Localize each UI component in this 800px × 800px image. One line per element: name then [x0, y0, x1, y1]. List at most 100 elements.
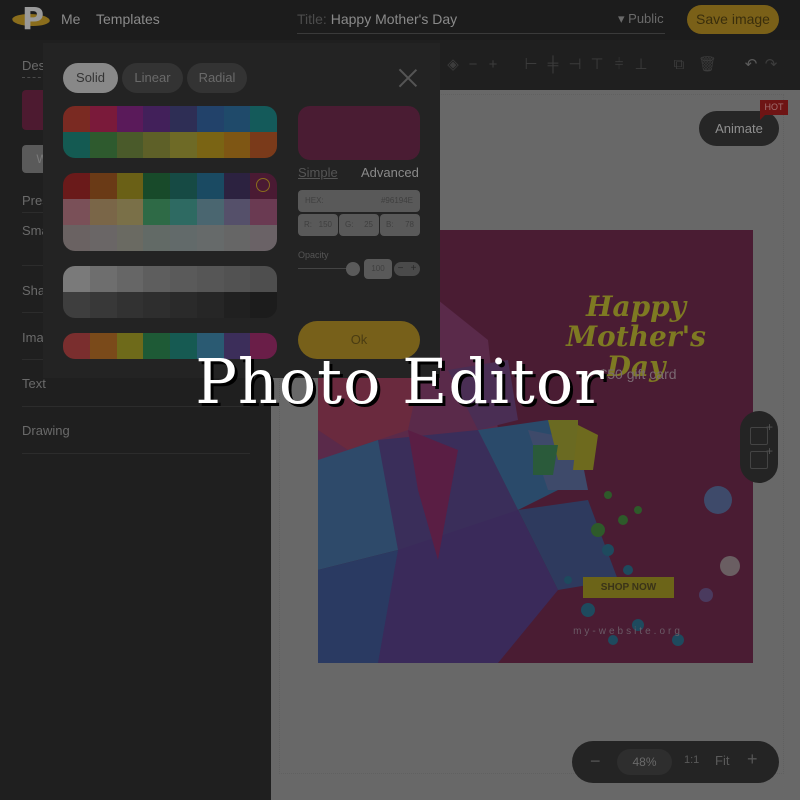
align-center-h-icon[interactable]: ╪ [544, 56, 562, 74]
align-right-icon[interactable]: ⊣ [566, 56, 584, 74]
color-swatch[interactable] [196, 106, 224, 132]
minus-icon[interactable]: − [464, 56, 482, 74]
tab-linear[interactable]: Linear [122, 63, 183, 93]
color-swatch[interactable] [89, 199, 117, 225]
duplicate-page-icon[interactable] [750, 444, 773, 469]
color-swatch[interactable] [170, 132, 197, 158]
color-swatch[interactable] [143, 225, 170, 251]
color-swatch[interactable] [223, 106, 251, 132]
undo-icon[interactable]: ↶ [742, 56, 760, 74]
zoom-in-button[interactable]: + [747, 749, 758, 770]
color-swatch[interactable] [63, 292, 90, 318]
visibility-dropdown[interactable]: ▾ Public [618, 11, 664, 27]
align-bottom-icon[interactable]: ⊥ [632, 56, 650, 74]
title-input[interactable]: Title: Happy Mother's Day [297, 6, 665, 34]
color-swatch[interactable] [143, 266, 170, 292]
color-swatch[interactable] [170, 106, 197, 132]
opacity-input[interactable]: 100 [364, 259, 392, 279]
tab-radial[interactable]: Radial [187, 63, 247, 93]
zoom-actual-size-button[interactable]: 1:1 [684, 754, 699, 766]
color-swatch[interactable] [116, 266, 144, 292]
color-swatch[interactable] [196, 292, 224, 318]
color-swatch[interactable] [116, 132, 144, 158]
add-page-icon[interactable] [750, 420, 773, 445]
animate-button[interactable]: Animate [699, 111, 779, 146]
shop-now-button[interactable]: SHOP NOW [583, 577, 674, 598]
poster-website[interactable]: my-website.org [568, 626, 688, 637]
color-swatch[interactable] [196, 199, 224, 225]
color-swatch[interactable] [170, 225, 197, 251]
nav-templates[interactable]: Templates [96, 11, 160, 27]
opacity-decrement-button[interactable]: − [394, 262, 407, 276]
color-swatch[interactable] [116, 106, 144, 132]
color-swatch[interactable] [143, 106, 170, 132]
hex-input[interactable]: HEX: #96194E [298, 190, 420, 212]
app-logo[interactable]: P [10, 2, 52, 37]
color-swatch[interactable] [170, 292, 197, 318]
color-swatch[interactable] [116, 173, 144, 199]
color-swatch[interactable] [89, 266, 117, 292]
color-swatch[interactable] [63, 173, 90, 199]
g-input[interactable]: G: 25 [339, 214, 379, 236]
color-swatch[interactable] [143, 292, 170, 318]
color-swatch[interactable] [250, 173, 277, 199]
color-swatch[interactable] [89, 292, 117, 318]
close-icon[interactable] [398, 68, 418, 88]
color-swatch[interactable] [250, 292, 277, 318]
zoom-level[interactable]: 48% [617, 749, 672, 775]
color-swatch[interactable] [63, 199, 90, 225]
opacity-slider-thumb[interactable] [346, 262, 360, 276]
color-swatch[interactable] [170, 266, 197, 292]
color-swatch[interactable] [116, 225, 144, 251]
nav-me[interactable]: Me [61, 11, 80, 27]
color-swatch[interactable] [89, 132, 117, 158]
color-swatch[interactable] [250, 199, 277, 225]
color-swatch[interactable] [89, 173, 117, 199]
r-input[interactable]: R: 150 [298, 214, 338, 236]
color-swatch[interactable] [116, 292, 144, 318]
opacity-increment-button[interactable]: + [407, 262, 420, 276]
color-swatch[interactable] [223, 292, 251, 318]
color-swatch[interactable] [250, 106, 277, 132]
zoom-fit-button[interactable]: Fit [715, 753, 729, 768]
align-middle-v-icon[interactable]: ⫩ [610, 56, 628, 74]
color-swatch[interactable] [143, 132, 170, 158]
color-swatch[interactable] [89, 106, 117, 132]
save-image-button[interactable]: Save image [687, 5, 779, 34]
color-swatch[interactable] [223, 199, 251, 225]
color-swatch[interactable] [196, 266, 224, 292]
color-swatch[interactable] [196, 132, 224, 158]
color-swatch[interactable] [223, 225, 251, 251]
align-top-icon[interactable]: ⊤ [588, 56, 606, 74]
color-swatch[interactable] [223, 266, 251, 292]
color-swatch[interactable] [250, 225, 277, 251]
mode-advanced-link[interactable]: Advanced [361, 165, 419, 180]
color-swatch[interactable] [250, 266, 277, 292]
b-input[interactable]: B: 78 [380, 214, 420, 236]
color-swatch[interactable] [63, 132, 90, 158]
duplicate-icon[interactable]: ⧉ [670, 56, 688, 74]
mode-simple-link[interactable]: Simple [298, 165, 338, 180]
color-swatch[interactable] [63, 225, 90, 251]
align-left-icon[interactable]: ⊢ [522, 56, 540, 74]
color-swatch[interactable] [223, 132, 251, 158]
tab-solid[interactable]: Solid [63, 63, 118, 93]
color-swatch[interactable] [63, 266, 90, 292]
sidebar-item-drawing[interactable]: Drawing [22, 423, 70, 438]
color-swatch[interactable] [63, 106, 90, 132]
color-swatch[interactable] [250, 132, 277, 158]
delete-icon[interactable]: 🗑 [698, 56, 717, 74]
color-swatch[interactable] [143, 199, 170, 225]
color-swatch[interactable] [116, 199, 144, 225]
zoom-out-button[interactable]: − [590, 751, 601, 772]
color-swatch[interactable] [170, 173, 197, 199]
color-swatch[interactable] [170, 199, 197, 225]
transparency-icon[interactable]: ◈ [444, 56, 462, 74]
color-swatch[interactable] [196, 225, 224, 251]
redo-icon[interactable]: ↷ [762, 56, 780, 74]
plus-icon[interactable]: + [484, 56, 502, 74]
color-swatch[interactable] [143, 173, 170, 199]
color-swatch[interactable] [89, 225, 117, 251]
color-swatch[interactable] [196, 173, 224, 199]
opacity-slider-track[interactable] [298, 268, 353, 269]
